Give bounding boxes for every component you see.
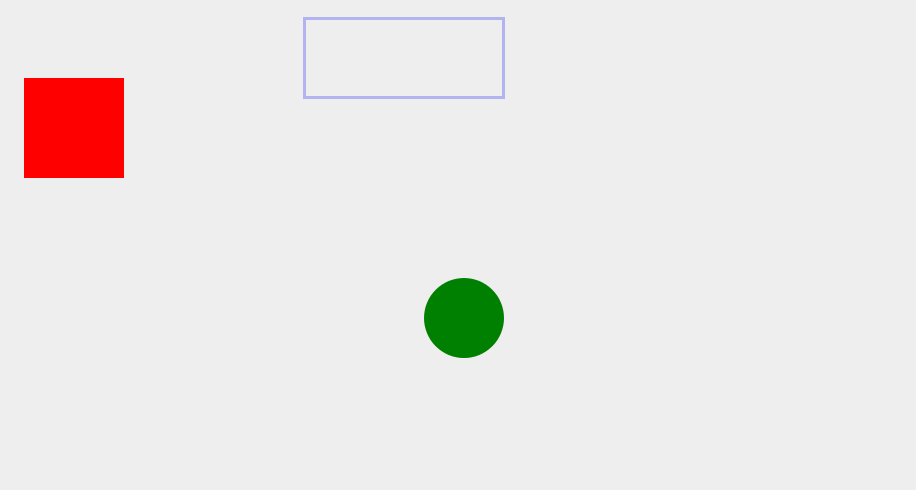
green-circle[interactable]	[424, 278, 504, 358]
drop-target-box[interactable]	[303, 17, 505, 99]
red-square[interactable]	[24, 78, 124, 178]
canvas	[0, 0, 916, 490]
